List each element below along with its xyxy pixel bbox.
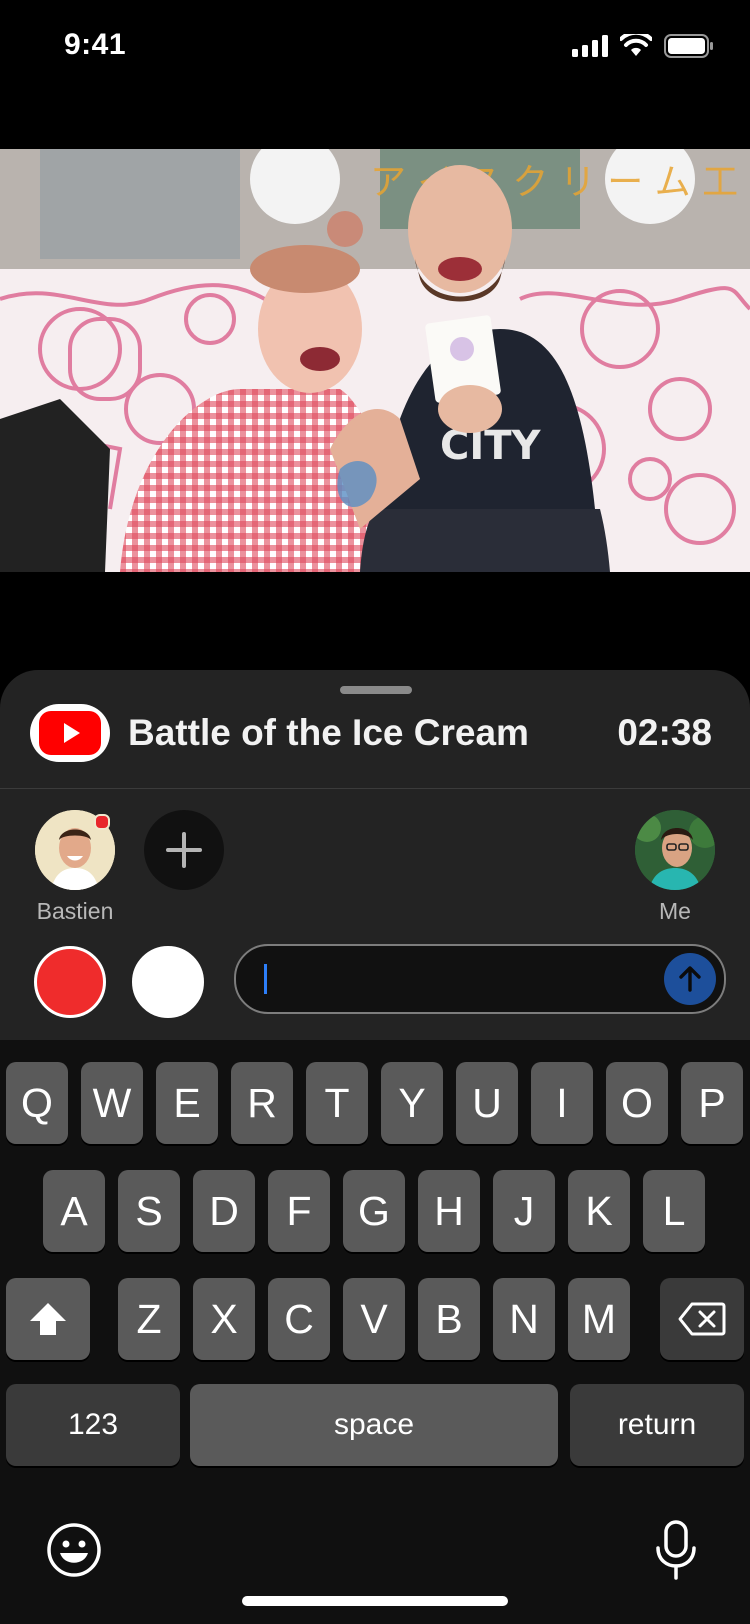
send-arrow-icon bbox=[679, 966, 701, 992]
key-c[interactable]: C bbox=[268, 1278, 330, 1360]
space-key[interactable]: space bbox=[190, 1384, 558, 1466]
sheet-grabber[interactable] bbox=[340, 686, 412, 694]
video-title: Battle of the Ice Cream bbox=[128, 712, 529, 753]
key-h[interactable]: H bbox=[418, 1170, 480, 1252]
participant-name: Me bbox=[659, 898, 691, 924]
red-color-button[interactable] bbox=[34, 946, 106, 1018]
key-g[interactable]: G bbox=[343, 1170, 405, 1252]
shift-key[interactable] bbox=[6, 1278, 90, 1360]
key-b[interactable]: B bbox=[418, 1278, 480, 1360]
status-time: 9:41 bbox=[64, 28, 127, 61]
white-color-button[interactable] bbox=[132, 946, 204, 1018]
key-s[interactable]: S bbox=[118, 1170, 180, 1252]
emoji-icon bbox=[47, 1523, 101, 1577]
text-cursor bbox=[264, 964, 267, 994]
key-m[interactable]: M bbox=[568, 1278, 630, 1360]
avatar-image bbox=[635, 810, 715, 890]
participant-me[interactable]: Me bbox=[634, 810, 716, 925]
wifi-icon bbox=[620, 34, 652, 56]
microphone-icon bbox=[656, 1520, 696, 1580]
youtube-play-icon bbox=[39, 711, 101, 755]
key-q[interactable]: Q bbox=[6, 1062, 68, 1144]
message-input[interactable] bbox=[234, 944, 726, 1014]
video-player[interactable]: ア イ ス ク リ ー ム 工 房 CITY bbox=[0, 149, 750, 572]
key-o[interactable]: O bbox=[606, 1062, 668, 1144]
key-z[interactable]: Z bbox=[118, 1278, 180, 1360]
key-j[interactable]: J bbox=[493, 1170, 555, 1252]
key-k[interactable]: K bbox=[568, 1170, 630, 1252]
participant-bastien[interactable]: Bastien bbox=[34, 810, 116, 925]
dictation-button[interactable] bbox=[654, 1520, 698, 1585]
video-elapsed-time: 02:38 bbox=[617, 712, 712, 753]
home-indicator[interactable] bbox=[242, 1596, 508, 1606]
key-i[interactable]: I bbox=[531, 1062, 593, 1144]
battery-icon bbox=[664, 34, 713, 58]
backspace-key[interactable] bbox=[660, 1278, 744, 1360]
key-e[interactable]: E bbox=[156, 1062, 218, 1144]
status-bar: 9:41 bbox=[0, 0, 750, 92]
key-t[interactable]: T bbox=[306, 1062, 368, 1144]
key-f[interactable]: F bbox=[268, 1170, 330, 1252]
key-l[interactable]: L bbox=[643, 1170, 705, 1252]
key-n[interactable]: N bbox=[493, 1278, 555, 1360]
key-d[interactable]: D bbox=[193, 1170, 255, 1252]
key-p[interactable]: P bbox=[681, 1062, 743, 1144]
key-y[interactable]: Y bbox=[381, 1062, 443, 1144]
plus-icon bbox=[166, 832, 202, 868]
online-indicator bbox=[94, 814, 110, 830]
youtube-icon bbox=[30, 704, 110, 762]
return-key[interactable]: return bbox=[570, 1384, 744, 1466]
add-participant-button[interactable] bbox=[144, 810, 224, 890]
key-r[interactable]: R bbox=[231, 1062, 293, 1144]
avatar bbox=[635, 810, 715, 890]
numbers-key[interactable]: 123 bbox=[6, 1384, 180, 1466]
keyboard: Q W E R T Y U I O P A S D F G H J K L Z … bbox=[0, 1040, 750, 1624]
watch-together-sheet: Battle of the Ice Cream 02:38 Bastien Me bbox=[0, 670, 750, 1040]
backspace-icon bbox=[678, 1302, 726, 1336]
shift-icon bbox=[30, 1303, 66, 1335]
participant-name: Bastien bbox=[36, 898, 114, 924]
video-frame: ア イ ス ク リ ー ム 工 房 CITY bbox=[0, 149, 750, 572]
key-v[interactable]: V bbox=[343, 1278, 405, 1360]
key-u[interactable]: U bbox=[456, 1062, 518, 1144]
send-button[interactable] bbox=[664, 953, 716, 1005]
key-x[interactable]: X bbox=[193, 1278, 255, 1360]
sheet-divider bbox=[0, 788, 750, 789]
key-a[interactable]: A bbox=[43, 1170, 105, 1252]
emoji-button[interactable] bbox=[46, 1522, 102, 1583]
key-w[interactable]: W bbox=[81, 1062, 143, 1144]
status-icons bbox=[572, 34, 714, 58]
signal-icon bbox=[572, 35, 608, 57]
